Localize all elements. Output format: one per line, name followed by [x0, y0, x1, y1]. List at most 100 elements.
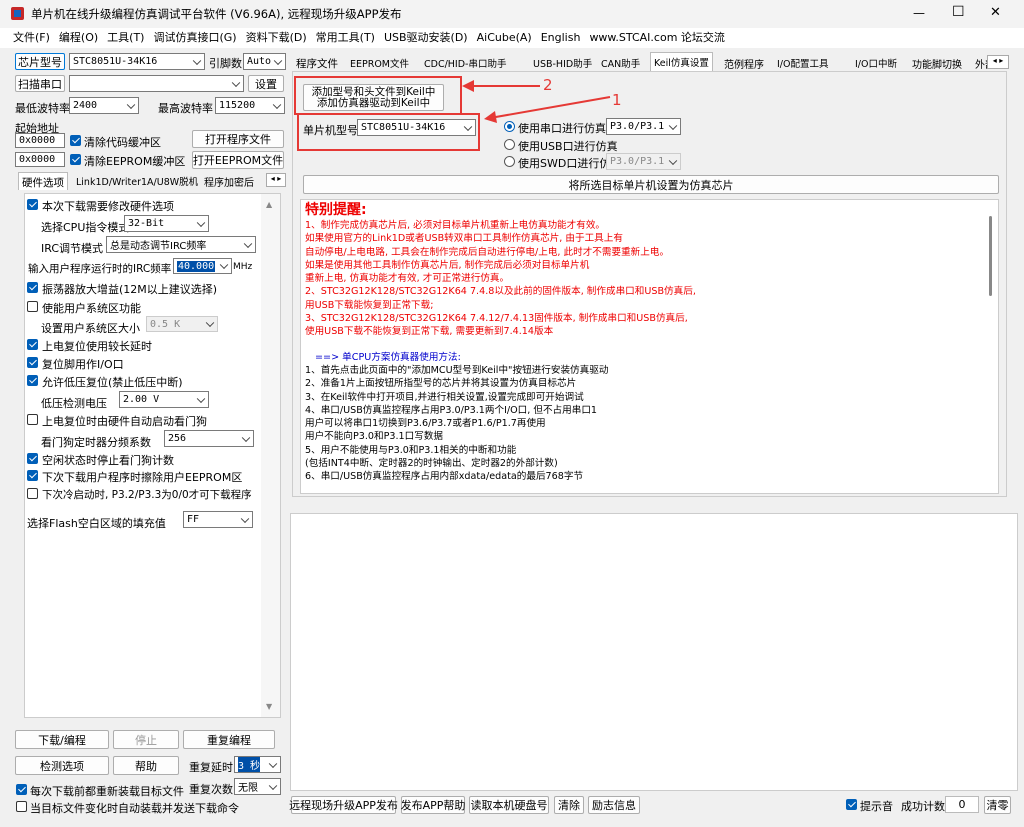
tab-examples[interactable]: 范例程序 [721, 54, 767, 72]
menu-debug[interactable]: 调试仿真接口(G) [153, 31, 236, 44]
usage-line: (包括INT4中断、定时器2的时钟输出、定时器2的外部计数) [305, 458, 558, 470]
output-log[interactable] [290, 513, 1018, 791]
notice-scrollbar-thumb[interactable] [989, 216, 992, 296]
menu-forum[interactable]: www.STCAI.com 论坛交流 [589, 31, 724, 44]
lvr-checkbox[interactable] [27, 375, 38, 386]
code-address-input[interactable]: 0x0000 [15, 133, 65, 148]
sys-area-label: 使能用户系统区功能 [42, 302, 141, 315]
tab-pin-switch[interactable]: 功能脚切换 [909, 54, 965, 72]
max-baud-label: 最高波特率 [158, 102, 213, 115]
min-baud-select[interactable]: 2400 [69, 97, 139, 114]
pin-count-label: 引脚数 [209, 57, 242, 70]
maximize-button[interactable]: ☐ [952, 4, 965, 20]
cpu-mode-select[interactable]: 32-Bit [124, 215, 209, 232]
clear-count-button[interactable]: 清零 [984, 796, 1011, 814]
erase-eeprom-checkbox[interactable] [27, 470, 38, 481]
tab-scroll-arrows[interactable]: ◂ ▸ [987, 55, 1009, 69]
menu-english[interactable]: English [541, 31, 581, 44]
swd-sim-radio[interactable] [504, 156, 515, 167]
modify-hw-checkbox[interactable] [27, 199, 38, 210]
lvr-label: 允许低压复位(禁止低压中断) [42, 376, 183, 389]
sys-size-select[interactable]: 0.5 K [146, 316, 218, 332]
flash-fill-label: 选择Flash空白区域的填充值 [27, 517, 166, 530]
download-button[interactable]: 下载/编程 [15, 730, 109, 749]
cold-start-checkbox[interactable] [27, 488, 38, 499]
clear-eeprom-label: 清除EEPROM缓冲区 [84, 155, 186, 168]
menu-download[interactable]: 资料下载(D) [246, 31, 307, 44]
tab-io-config[interactable]: I/O配置工具 [774, 54, 831, 72]
osc-gain-label: 振荡器放大增益(12M以上建议选择) [42, 283, 218, 296]
repeat-count-select[interactable]: 无限 [234, 778, 281, 795]
chip-model-button[interactable]: 芯片型号 [15, 53, 65, 70]
auto-on-change-checkbox[interactable] [16, 801, 27, 812]
wdt-auto-checkbox[interactable] [27, 414, 38, 425]
menu-aicube[interactable]: AiCube(A) [477, 31, 532, 44]
reset-io-checkbox[interactable] [27, 357, 38, 368]
swd-port-select[interactable]: P3.0/P3.1 [606, 153, 681, 170]
clear-eeprom-checkbox[interactable] [70, 154, 81, 165]
mcu-model-label: 单片机型号 [303, 124, 358, 137]
notice-red-line: 如果是使用其他工具制作仿真芯片后, 制作完成后必须对目标单片机 [305, 259, 590, 271]
minimize-button[interactable]: — [913, 6, 925, 20]
uart-port-select[interactable]: P3.0/P3.1 [606, 118, 681, 135]
usage-line: 6、串口/USB仿真监控程序占用内部xdata/edata的最后768字节 [305, 471, 584, 483]
port-select[interactable] [69, 75, 244, 92]
publish-help-button[interactable]: 发布APP帮助 [401, 796, 465, 814]
subtab-scroll-arrows[interactable]: ◂ ▸ [266, 173, 286, 187]
notice-red-line: 3、STC32G12K128/STC32G12K64 7.4.12/7.4.13… [305, 313, 688, 325]
scan-port-button[interactable]: 扫描串口 [15, 75, 65, 92]
eeprom-address-input[interactable]: 0x0000 [15, 152, 65, 167]
remote-app-button[interactable]: 远程现场升级APP发布 [289, 796, 398, 814]
flash-fill-select[interactable]: FF [183, 511, 253, 528]
repeat-delay-select[interactable]: 3 秒 [234, 756, 281, 773]
uart-sim-radio[interactable] [504, 121, 515, 132]
set-sim-chip-button[interactable]: 将所选目标单片机设置为仿真芯片 [303, 175, 999, 194]
tab-keil-sim[interactable]: Keil仿真设置 [650, 52, 713, 72]
pin-count-select[interactable]: Auto [243, 53, 286, 70]
stop-button[interactable]: 停止 [113, 730, 179, 749]
irc-freq-input[interactable]: 40.000 [173, 258, 232, 274]
close-button[interactable]: ✕ [990, 5, 1001, 20]
menu-tools[interactable]: 工具(T) [107, 31, 144, 44]
open-program-button[interactable]: 打开程序文件 [192, 130, 284, 148]
lvd-select[interactable]: 2.00 V [119, 391, 209, 408]
menu-common-tools[interactable]: 常用工具(T) [316, 31, 375, 44]
wdt-div-select[interactable]: 256 [164, 430, 254, 447]
success-count-field: 0 [945, 796, 979, 813]
osc-gain-checkbox[interactable] [27, 282, 38, 293]
tab-program-file[interactable]: 程序文件 [293, 54, 341, 72]
mcu-model-select[interactable]: STC8051U-34K16 [357, 119, 476, 136]
long-delay-checkbox[interactable] [27, 339, 38, 350]
usb-sim-radio[interactable] [504, 139, 515, 150]
menu-program[interactable]: 编程(O) [59, 31, 98, 44]
tab-io-interrupt[interactable]: I/O口中断 [852, 54, 900, 72]
settings-button[interactable]: 设置 [248, 75, 284, 92]
lvd-label: 低压检测电压 [41, 397, 107, 410]
subtab-hardware[interactable]: 硬件选项 [18, 172, 68, 190]
idle-wdt-checkbox[interactable] [27, 453, 38, 464]
menu-usb-driver[interactable]: USB驱动安装(D) [384, 31, 468, 44]
repeat-program-button[interactable]: 重复编程 [183, 730, 275, 749]
options-scrollbar[interactable]: ▲ ▼ [261, 194, 280, 717]
clear-button[interactable]: 清除 [554, 796, 584, 814]
subtab-offline[interactable]: Link1D/Writer1A/U8W脱机 [73, 172, 201, 190]
reset-io-label: 复位脚用作I/O口 [42, 358, 124, 371]
reload-each-checkbox[interactable] [16, 784, 27, 795]
sys-area-checkbox[interactable] [27, 301, 38, 312]
open-eeprom-button[interactable]: 打开EEPROM文件 [192, 151, 284, 169]
menu-file[interactable]: 文件(F) [13, 31, 50, 44]
sound-checkbox[interactable] [846, 799, 857, 810]
read-hdd-button[interactable]: 读取本机硬盘号 [469, 796, 549, 814]
chip-model-select[interactable]: STC8051U-34K16 [69, 53, 205, 70]
feedback-button[interactable]: 励志信息 [588, 796, 640, 814]
tab-eeprom-file[interactable]: EEPROM文件 [347, 54, 412, 72]
notice-textbox[interactable]: 特别提醒: 1、制作完成仿真芯片后, 必须对目标单片机重新上电仿真功能才有效。 … [300, 199, 999, 494]
long-delay-label: 上电复位使用较长延时 [42, 340, 152, 353]
help-button[interactable]: 帮助 [113, 756, 179, 775]
subtab-encrypt[interactable]: 程序加密后 [201, 172, 257, 190]
detect-options-button[interactable]: 检测选项 [15, 756, 109, 775]
usage-line: 5、用户不能使用与P3.0和P3.1相关的中断和功能 [305, 444, 517, 456]
clear-code-checkbox[interactable] [70, 135, 81, 146]
max-baud-select[interactable]: 115200 [215, 97, 285, 114]
irc-mode-select[interactable]: 总是动态调节IRC频率 [106, 236, 256, 253]
